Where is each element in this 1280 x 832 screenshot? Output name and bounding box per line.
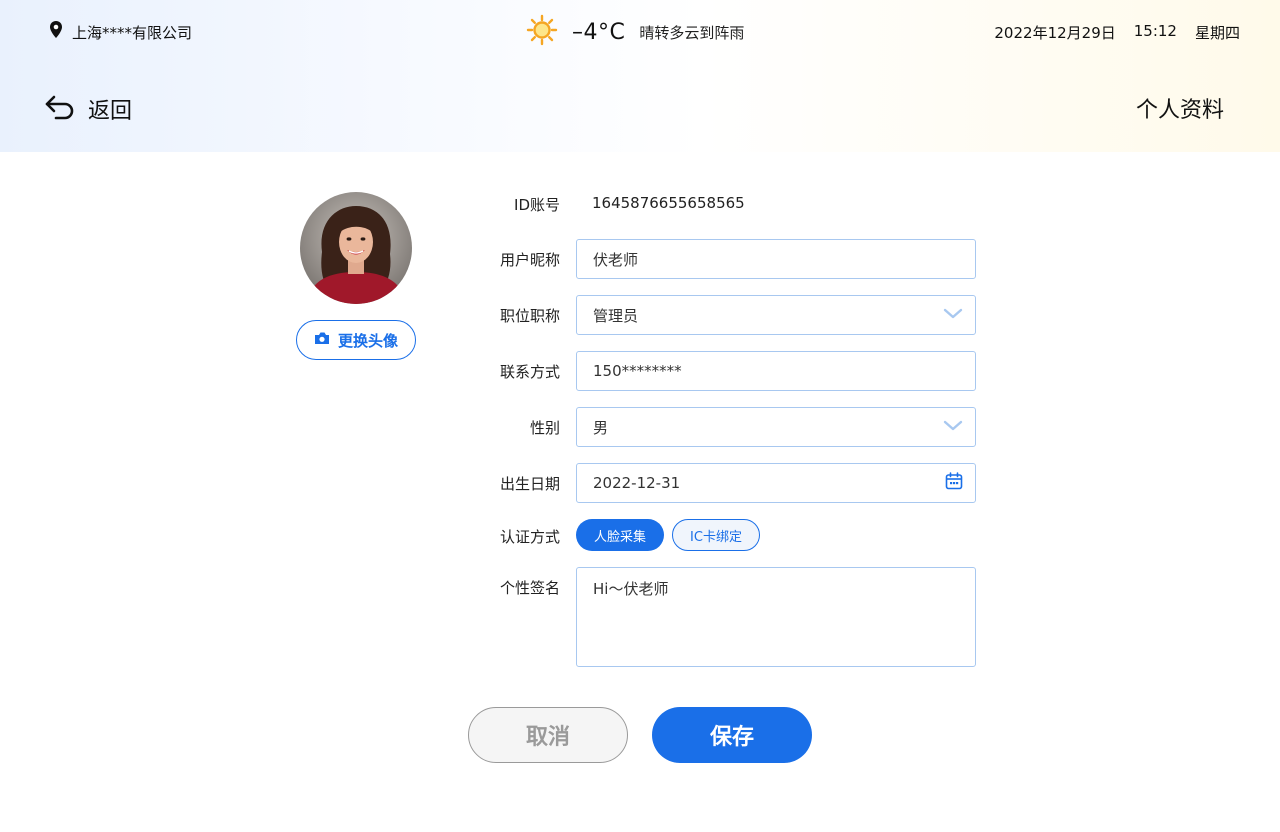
weather-description: 晴转多云到阵雨 [639,23,745,42]
id-label: ID账号 [514,196,560,214]
sun-icon [526,14,558,50]
change-avatar-label: 更换头像 [337,331,398,350]
signature-textarea[interactable]: Hi～伏老师 [576,567,976,667]
birth-value: 2022-12-31 [593,474,681,492]
nickname-input[interactable]: 伏老师 [576,239,976,279]
auth-option-ic-card[interactable]: IC卡绑定 [672,519,760,551]
change-avatar-button[interactable]: 更换头像 [296,320,416,360]
status-bar: 上海****有限公司 –4°C 晴转多云到阵雨 2022年12月29日 15:1… [0,0,1280,64]
chevron-down-icon [943,306,963,324]
time-text: 15:12 [1133,22,1177,40]
nickname-value: 伏老师 [593,250,639,269]
gender-value: 男 [593,418,609,437]
nickname-label: 用户昵称 [499,251,560,269]
contact-label: 联系方式 [499,363,560,381]
calendar-icon[interactable] [945,472,963,494]
weather: –4°C 晴转多云到阵雨 [526,14,744,50]
back-label: 返回 [88,99,133,124]
contact-input[interactable]: 150******** [576,351,976,391]
location: 上海****有限公司 [48,20,192,44]
birth-date-input[interactable]: 2022-12-31 [576,463,976,503]
weekday-text: 星期四 [1194,24,1240,42]
temperature: –4°C [572,19,626,45]
back-arrow-icon [44,93,76,125]
contact-value: 150******** [593,362,682,380]
position-select[interactable]: 管理员 [576,295,976,335]
chevron-down-icon [943,418,963,436]
save-button[interactable]: 保存 [652,707,812,763]
signature-value: Hi～伏老师 [593,580,669,598]
position-value: 管理员 [593,306,639,325]
auth-label: 认证方式 [499,528,560,546]
auth-option-face[interactable]: 人脸采集 [576,519,664,551]
location-text: 上海****有限公司 [72,23,193,42]
gender-select[interactable]: 男 [576,407,976,447]
camera-icon [314,331,338,349]
location-pin-icon [48,20,64,44]
avatar [300,192,412,304]
back-button[interactable]: 返回 [44,93,132,125]
birth-label: 出生日期 [499,475,560,493]
date-text: 2022年12月29日 [994,24,1116,42]
id-value: 1645876655658565 [592,194,745,212]
gender-label: 性别 [529,419,560,437]
header: 上海****有限公司 –4°C 晴转多云到阵雨 2022年12月29日 15:1… [0,0,1280,152]
cancel-button[interactable]: 取消 [468,707,628,763]
page-title: 个人资料 [1135,98,1224,123]
datetime: 2022年12月29日 15:12 星期四 [994,22,1240,43]
signature-label: 个性签名 [499,579,560,597]
position-label: 职位职称 [499,307,560,325]
